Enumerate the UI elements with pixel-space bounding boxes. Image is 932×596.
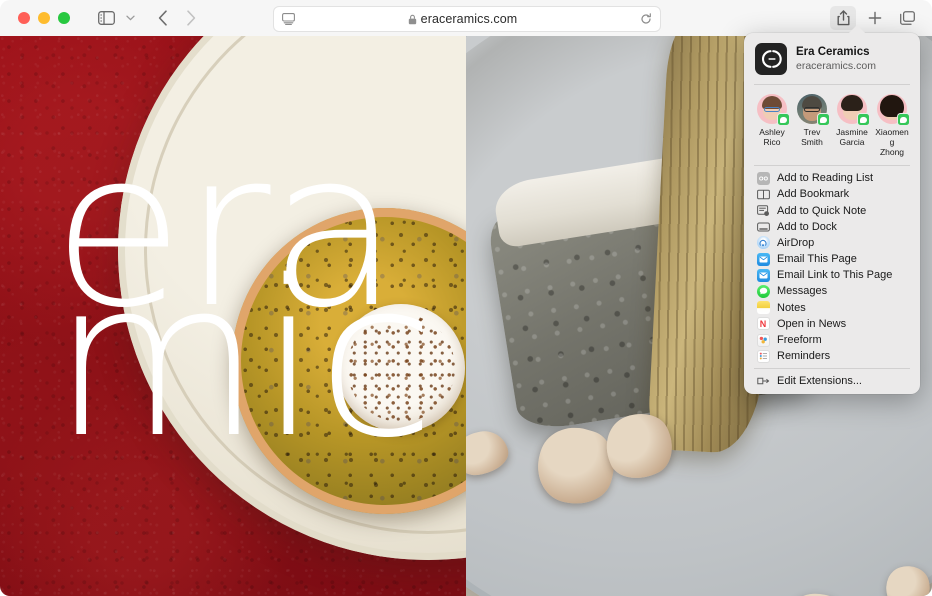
menu-item-label: Add to Quick Note: [777, 204, 867, 217]
freeform-icon: [756, 333, 770, 347]
browser-window: eraceramics.com era mic Era Ceramics era…: [0, 0, 932, 596]
messages-badge: [817, 113, 830, 126]
messages-badge: [777, 113, 790, 126]
bookmark-icon: [756, 187, 770, 201]
plus-icon[interactable]: [862, 6, 888, 30]
site-meta: Era Ceramics eraceramics.com: [796, 46, 876, 72]
contact-ashley-rico[interactable]: Ashley Rico: [753, 94, 791, 157]
menu-item-label: Email Link to This Page: [777, 269, 893, 282]
contact-name: Trev Smith: [801, 127, 823, 148]
menu-item-add-to-quick-note[interactable]: Add to Quick Note: [744, 202, 920, 218]
menu-item-label: Reminders: [777, 350, 831, 363]
menu-item-label: Open in News: [777, 317, 847, 330]
close-button[interactable]: [18, 12, 30, 24]
menu-item-reminders[interactable]: Reminders: [744, 348, 920, 364]
edit-extensions-icon: [756, 374, 770, 388]
avatar-wrap: [837, 94, 870, 126]
forward-arrow-icon: [180, 7, 202, 29]
messages-icon: [756, 284, 770, 298]
news-icon: N: [756, 317, 770, 331]
window-controls: [18, 12, 70, 24]
menu-item-messages[interactable]: Messages: [744, 283, 920, 299]
divider: [754, 368, 910, 370]
avatar-wrap: [797, 94, 830, 126]
avatar-wrap: [877, 94, 910, 126]
notes-icon: [756, 301, 770, 315]
address-bar[interactable]: eraceramics.com: [273, 6, 661, 32]
toolbar-right-actions: [830, 0, 920, 36]
suggested-contacts: Ashley Rico Trev Smith Jasmine Garcia Xi…: [744, 85, 920, 165]
reload-icon[interactable]: [640, 13, 652, 25]
menu-item-label: Email This Page: [777, 253, 857, 266]
share-icon[interactable]: [830, 6, 856, 30]
menu-item-label: Notes: [777, 301, 806, 314]
menu-item-freeform[interactable]: Freeform: [744, 332, 920, 348]
lock-icon: [408, 14, 417, 25]
zoom-button[interactable]: [58, 12, 70, 24]
site-title: Era Ceramics: [796, 45, 870, 58]
menu-item-airdrop[interactable]: AirDrop: [744, 235, 920, 251]
address-bar-content: eraceramics.com: [285, 12, 640, 26]
menu-item-label: Edit Extensions...: [777, 375, 862, 388]
inner-white-bowl: [337, 304, 465, 432]
site-url: eraceramics.com: [796, 60, 876, 73]
chevron-down-icon[interactable]: [122, 8, 138, 28]
messages-badge: [897, 113, 910, 126]
messages-badge: [857, 113, 870, 126]
mail-icon: [756, 252, 770, 266]
url-text[interactable]: eraceramics.com: [421, 12, 518, 26]
minimize-button[interactable]: [38, 12, 50, 24]
contact-trev-smith[interactable]: Trev Smith: [793, 94, 831, 157]
sidebar-icon[interactable]: [94, 8, 118, 28]
inner-bowl-speckles: [347, 314, 455, 422]
menu-item-label: Add to Dock: [777, 220, 837, 233]
airdrop-icon: [756, 236, 770, 250]
menu-item-add-to-reading-list[interactable]: Add to Reading List: [744, 170, 920, 186]
dock-icon: [756, 220, 770, 234]
menu-item-label: Add Bookmark: [777, 188, 850, 201]
contact-name: Jasmine Garcia: [836, 127, 868, 148]
browser-toolbar: eraceramics.com: [0, 0, 932, 36]
avatar-wrap: [757, 94, 790, 126]
reminders-icon: [756, 349, 770, 363]
hero-photo-left: [0, 36, 466, 596]
contact-xiaomeng-zhong[interactable]: Xiaomeng Zhong: [873, 94, 911, 157]
contact-name: Xiaomeng Zhong: [875, 127, 909, 158]
tab-overview-icon[interactable]: [894, 6, 920, 30]
back-arrow-icon[interactable]: [152, 7, 174, 29]
menu-item-email-link-to-this-page[interactable]: Email Link to This Page: [744, 267, 920, 283]
menu-item-add-to-dock[interactable]: Add to Dock: [744, 219, 920, 235]
menu-item-open-in-news[interactable]: N Open in News: [744, 316, 920, 332]
share-menu-popover: Era Ceramics eraceramics.com Ashley Rico: [744, 25, 920, 395]
menu-item-label: AirDrop: [777, 236, 815, 249]
menu-item-edit-extensions[interactable]: Edit Extensions...: [744, 373, 920, 389]
contact-name: Ashley Rico: [759, 127, 785, 148]
reading-list-icon: [756, 171, 770, 185]
contact-jasmine-garcia[interactable]: Jasmine Garcia: [833, 94, 871, 157]
menu-item-notes[interactable]: Notes: [744, 300, 920, 316]
era-ceramics-logo: [755, 43, 787, 75]
menu-item-email-this-page[interactable]: Email This Page: [744, 251, 920, 267]
share-site-header: Era Ceramics eraceramics.com: [744, 33, 920, 84]
menu-item-label: Messages: [777, 285, 828, 298]
share-menu-list: Add to Reading List Add Bookmark Add to …: [744, 166, 920, 389]
menu-item-add-bookmark[interactable]: Add Bookmark: [744, 186, 920, 202]
mail-icon: [756, 268, 770, 282]
quick-note-icon: [756, 204, 770, 218]
menu-item-label: Add to Reading List: [777, 172, 874, 185]
menu-item-label: Freeform: [777, 334, 822, 347]
